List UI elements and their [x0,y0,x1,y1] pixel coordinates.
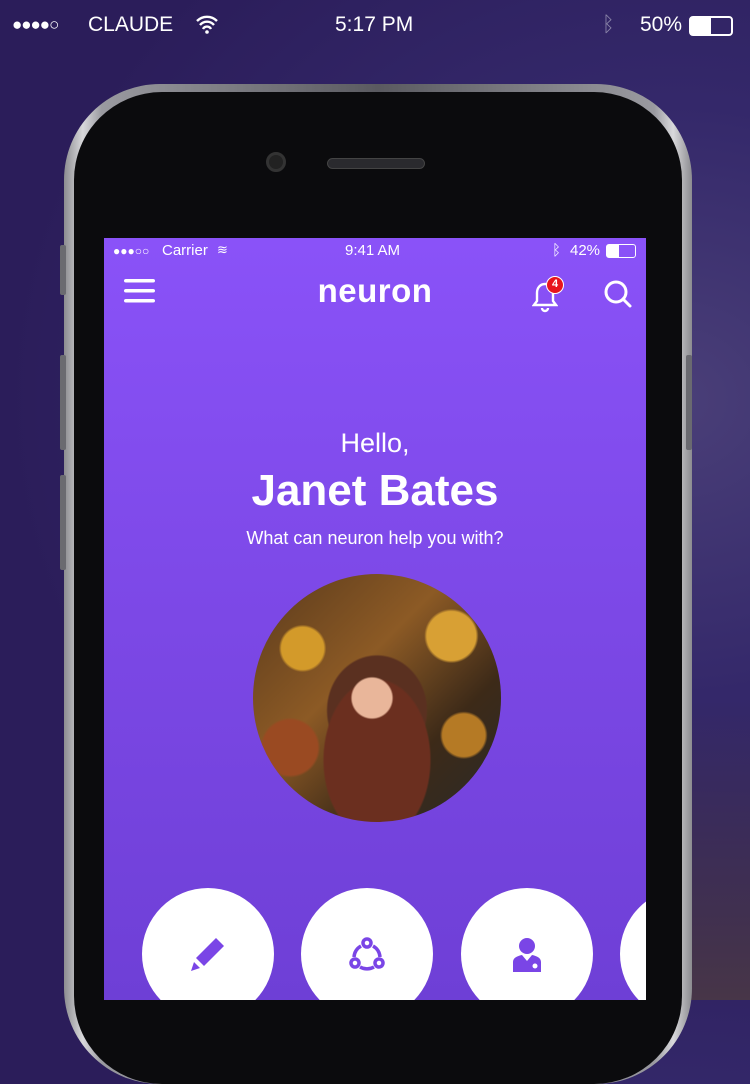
action-share-button[interactable] [301,888,433,1000]
app-status-bar: ●●●○○ Carrier ≋ 9:41 AM ᛒ 42% [104,238,646,264]
app-time: 9:41 AM [345,242,401,259]
app-screen: ●●●○○ Carrier ≋ 9:41 AM ᛒ 42% neuron 4 H… [104,238,646,1000]
volume-up-button [60,355,66,450]
power-button [686,355,692,450]
app-battery-text: 42% [570,242,601,259]
nav-bar: neuron 4 [104,268,646,318]
earpiece-speaker [327,158,425,169]
search-icon[interactable] [603,279,633,309]
app-carrier: Carrier [162,242,208,259]
doctor-icon [513,938,541,972]
app-wifi-icon: ≋ [217,242,228,257]
os-battery-icon [689,16,733,36]
front-camera [266,152,286,172]
mute-switch [60,245,66,295]
notification-badge: 4 [546,276,564,294]
greeting-hello: Hello, [340,428,410,458]
os-carrier: CLAUDE [88,13,174,36]
app-bluetooth-icon: ᛒ [552,242,562,259]
action-more-button[interactable] [620,888,646,1000]
bluetooth-icon: ᛒ [602,13,615,36]
os-status-bar: ●●●●○ CLAUDE 5:17 PM ᛒ 50% [0,0,750,52]
help-prompt: What can neuron help you with? [246,528,504,548]
profile-avatar[interactable] [253,574,501,822]
os-signal: ●●●●○ [12,15,59,34]
action-doctor-button[interactable] [461,888,593,1000]
os-battery-text: 50% [640,13,683,36]
wifi-icon [196,15,218,34]
share-nodes-icon [349,937,385,971]
action-write-button[interactable] [142,888,274,1000]
volume-down-button [60,475,66,570]
app-logo: neuron [317,272,433,309]
app-signal: ●●●○○ [113,244,150,258]
app-battery-icon [606,244,636,258]
user-name: Janet Bates [251,466,499,515]
notifications-button[interactable]: 4 [532,276,564,313]
os-time: 5:17 PM [335,13,414,36]
pencil-icon [191,938,224,971]
